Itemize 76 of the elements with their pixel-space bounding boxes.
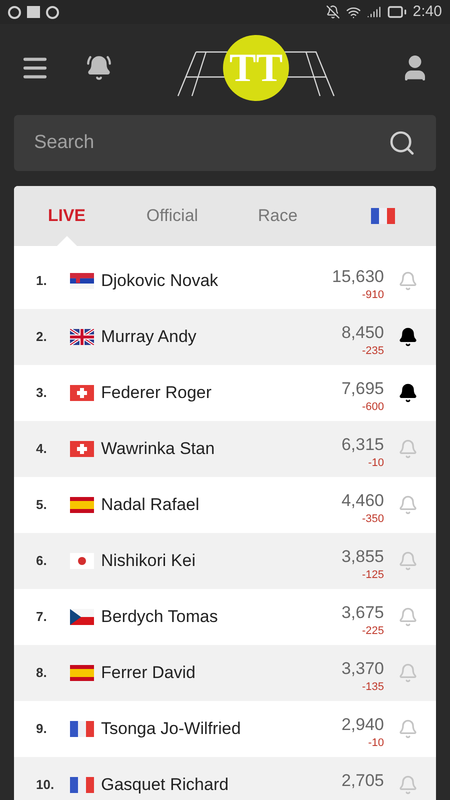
player-name: Berdych Tomas xyxy=(101,606,219,628)
rank: 10. xyxy=(36,776,56,794)
points-change: -910 xyxy=(362,288,384,303)
ranking-row[interactable]: 8. Ferrer David 3,370 -135 xyxy=(14,645,436,701)
flag-icon xyxy=(371,208,396,224)
points: 7,695 xyxy=(341,379,384,399)
player-name: Djokovic Novak xyxy=(101,270,220,292)
flag-icon xyxy=(70,777,94,793)
alert-toggle[interactable] xyxy=(398,551,418,571)
player-name: Wawrinka Stan xyxy=(101,438,216,460)
signal-icon xyxy=(366,5,381,19)
alert-toggle[interactable] xyxy=(398,775,418,795)
logo-text: TT xyxy=(229,48,283,88)
alert-toggle[interactable] xyxy=(398,719,418,739)
alert-toggle[interactable] xyxy=(398,607,418,627)
alert-toggle[interactable] xyxy=(398,383,418,403)
tab[interactable]: Official xyxy=(120,186,225,246)
rank: 1. xyxy=(36,272,48,290)
flag-icon xyxy=(70,609,94,625)
player-name: Nishikori Kei xyxy=(101,550,196,572)
rank: 8. xyxy=(36,664,48,682)
tab[interactable]: Race xyxy=(225,186,330,246)
points-change: -10 xyxy=(368,456,384,471)
rank: 4. xyxy=(36,440,48,458)
alert-toggle[interactable] xyxy=(398,495,418,515)
player-name: Nadal Rafael xyxy=(101,494,200,516)
ranking-row[interactable]: 4. Wawrinka Stan 6,315 -10 xyxy=(14,421,436,477)
ranking-row[interactable]: 2. Murray Andy 8,450 -235 xyxy=(14,309,436,365)
player-name: Ferrer David xyxy=(101,662,196,684)
points-change: -10 xyxy=(368,736,384,751)
player-name: Federer Roger xyxy=(101,382,213,404)
flag-icon xyxy=(70,553,94,569)
points: 3,855 xyxy=(341,547,384,567)
points-change: -350 xyxy=(362,512,384,527)
flag-icon xyxy=(70,721,94,737)
player-name: Gasquet Richard xyxy=(101,774,230,796)
points: 8,450 xyxy=(341,323,384,343)
flag-icon xyxy=(70,497,94,513)
alert-toggle[interactable] xyxy=(398,439,418,459)
search-field[interactable]: Search xyxy=(14,115,436,171)
points: 3,675 xyxy=(341,603,384,623)
points: 4,460 xyxy=(341,491,384,511)
ranking-row[interactable]: 10. Gasquet Richard 2,705 xyxy=(14,757,436,800)
alert-toggle[interactable] xyxy=(398,271,418,291)
notifications-button[interactable] xyxy=(86,55,112,81)
points-change: -125 xyxy=(362,568,384,583)
points: 6,315 xyxy=(341,435,384,455)
points: 2,940 xyxy=(341,715,384,735)
search-input[interactable]: Search xyxy=(34,128,388,158)
rank: 3. xyxy=(36,384,48,402)
wifi-icon xyxy=(346,4,361,20)
flag-icon xyxy=(70,329,94,345)
points: 2,705 xyxy=(341,771,384,791)
search-icon[interactable] xyxy=(388,129,416,157)
points-change: -235 xyxy=(362,344,384,359)
rank: 2. xyxy=(36,328,48,346)
points: 15,630 xyxy=(332,267,384,287)
flag-icon xyxy=(70,665,94,681)
player-name: Murray Andy xyxy=(101,326,198,348)
alert-toggle[interactable] xyxy=(398,327,418,347)
rank: 6. xyxy=(36,552,48,570)
mute-icon xyxy=(326,5,340,19)
points: 3,370 xyxy=(341,659,384,679)
player-name: Tsonga Jo-Wilfried xyxy=(101,718,242,740)
flag-icon xyxy=(70,273,94,289)
flag-icon xyxy=(70,385,94,401)
points-change: -135 xyxy=(362,680,384,695)
rank: 7. xyxy=(36,608,48,626)
alert-toggle[interactable] xyxy=(398,663,418,683)
clock: 2:40 xyxy=(412,2,442,22)
ranking-row[interactable]: 6. Nishikori Kei 3,855 -125 xyxy=(14,533,436,589)
rank: 9. xyxy=(36,720,48,738)
rank: 5. xyxy=(36,496,48,514)
points-change: -225 xyxy=(362,624,384,639)
flag-icon xyxy=(70,441,94,457)
points-change: -600 xyxy=(362,400,384,415)
